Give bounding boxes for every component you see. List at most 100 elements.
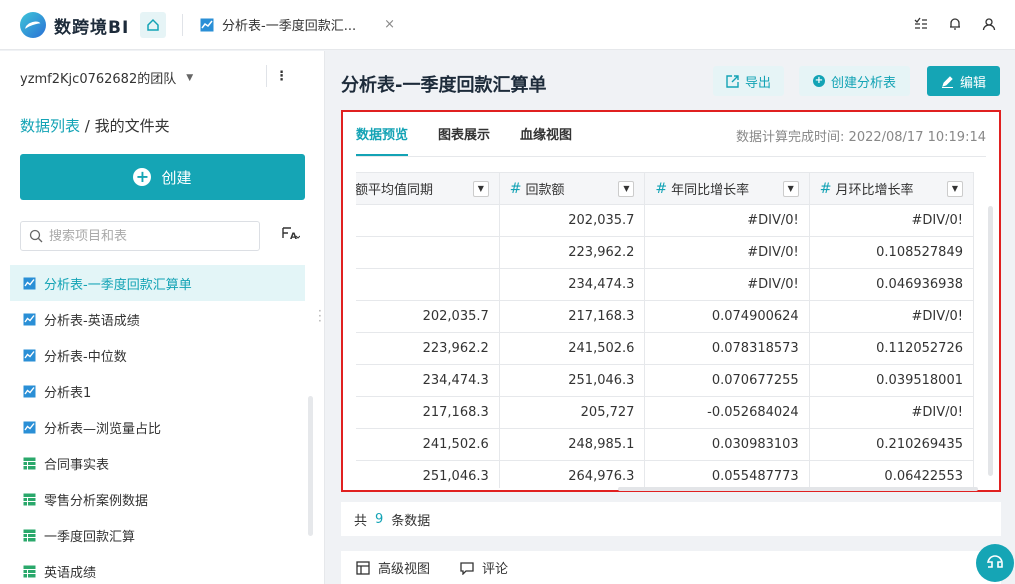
table-cell[interactable]: [356, 204, 500, 237]
table-cell[interactable]: 241,502.6: [498, 332, 646, 365]
advanced-view-button[interactable]: 高级视图: [356, 558, 430, 577]
table-cell[interactable]: 251,046.3: [498, 364, 646, 397]
more-menu-icon[interactable]: ⋮: [266, 65, 296, 87]
comment-icon: [460, 561, 474, 575]
tab-lineage-view[interactable]: 血缘视图: [520, 124, 572, 156]
tree-item[interactable]: 零售分析案例数据: [10, 481, 305, 517]
home-icon: [147, 18, 159, 31]
table-cell[interactable]: #DIV/0!: [808, 204, 975, 237]
comment-button[interactable]: 评论: [460, 558, 508, 577]
table-icon: [22, 564, 36, 578]
table-cell[interactable]: 205,727: [498, 396, 646, 429]
table-cell[interactable]: 251,046.3: [356, 460, 500, 488]
table-cell[interactable]: 0.112052726: [808, 332, 975, 365]
table-cell[interactable]: 234,474.3: [356, 364, 500, 397]
tree-item[interactable]: 英语成绩: [10, 553, 305, 584]
chart-icon: [22, 276, 36, 290]
plus-icon: +: [133, 168, 152, 186]
column-menu-icon[interactable]: ▼: [618, 180, 635, 197]
record-count: 共 9 条数据: [341, 502, 1001, 536]
table-cell[interactable]: 0.074900624: [644, 300, 810, 333]
table-cell[interactable]: #DIV/0!: [808, 396, 975, 429]
column-header[interactable]: # 年同比增长率 ▼: [644, 172, 810, 205]
bell-icon[interactable]: [947, 14, 963, 34]
vertical-scrollbar[interactable]: [988, 206, 993, 476]
column-header[interactable]: 额平均值同期 ▼: [356, 172, 500, 205]
table-cell[interactable]: 223,962.2: [356, 332, 500, 365]
export-button[interactable]: 导出: [713, 66, 784, 96]
home-button[interactable]: [140, 12, 166, 38]
number-type-icon: #: [509, 180, 522, 197]
tab-chart-view[interactable]: 图表展示: [438, 124, 490, 156]
table-cell[interactable]: 234,474.3: [498, 268, 646, 301]
tree-item[interactable]: 合同事实表: [10, 445, 305, 481]
user-icon[interactable]: [981, 14, 997, 34]
chart-icon: [200, 18, 214, 31]
chat-support-button[interactable]: [976, 544, 1014, 582]
tree-item[interactable]: 分析表—浏览量占比: [10, 409, 305, 445]
chat-icon: [987, 555, 1003, 568]
resize-handle[interactable]: · · ·: [318, 305, 322, 327]
table-cell[interactable]: 202,035.7: [356, 300, 500, 333]
table-cell[interactable]: #DIV/0!: [644, 204, 810, 237]
table-cell[interactable]: 223,962.2: [498, 236, 646, 269]
create-button[interactable]: + 创建: [20, 154, 305, 200]
table-cell[interactable]: 248,985.1: [498, 428, 646, 461]
number-type-icon: #: [655, 180, 668, 197]
table-cell[interactable]: [356, 236, 500, 269]
table-cell[interactable]: 217,168.3: [498, 300, 646, 333]
sidebar-scrollbar[interactable]: [308, 396, 313, 536]
table-cell[interactable]: -0.052684024: [644, 396, 810, 429]
team-selector[interactable]: yzmf2Kjc0762682的团队 ▼: [20, 68, 193, 87]
table-cell[interactable]: 0.030983103: [644, 428, 810, 461]
breadcrumb-root[interactable]: 数据列表: [20, 117, 80, 135]
tree-item[interactable]: 分析表-一季度回款汇算单: [10, 265, 305, 301]
tab-data-preview[interactable]: 数据预览: [356, 124, 409, 156]
table-cell[interactable]: [356, 268, 500, 301]
tree-item-label: 英语成绩: [44, 565, 97, 581]
table-cell[interactable]: 0.046936938: [808, 268, 975, 301]
table-cell[interactable]: 264,976.3: [498, 460, 646, 488]
list-icon[interactable]: [913, 14, 929, 34]
table-row: 202,035.7 217,168.3 0.074900624 #DIV/0!: [356, 300, 975, 333]
table-cell[interactable]: 0.06422553: [808, 460, 975, 488]
table-row: 241,502.6 248,985.1 0.030983103 0.210269435: [356, 428, 975, 461]
table-cell[interactable]: 0.108527849: [808, 236, 975, 269]
logo-text: 数跨境BI: [54, 17, 130, 38]
table-cell[interactable]: 241,502.6: [356, 428, 500, 461]
table-cell[interactable]: #DIV/0!: [644, 236, 810, 269]
column-header[interactable]: # 月环比增长率 ▼: [808, 172, 975, 205]
table-cell[interactable]: 0.070677255: [644, 364, 810, 397]
table-cell[interactable]: 202,035.7: [498, 204, 646, 237]
caret-down-icon: ▼: [186, 72, 194, 83]
tree-item[interactable]: 分析表-中位数: [10, 337, 305, 373]
table-cell[interactable]: #DIV/0!: [644, 268, 810, 301]
doc-tab[interactable]: 分析表-一季度回款汇... ×: [200, 15, 395, 34]
close-icon[interactable]: ×: [384, 17, 395, 32]
sort-icon[interactable]: A: [282, 226, 301, 243]
plus-icon: +: [812, 75, 825, 87]
team-name: yzmf2Kjc0762682的团队: [20, 72, 177, 87]
table-cell[interactable]: #DIV/0!: [808, 300, 975, 333]
edit-button[interactable]: 编辑: [927, 66, 1000, 96]
horizontal-scrollbar[interactable]: [618, 487, 978, 491]
divider: [182, 14, 183, 36]
table-cell[interactable]: 0.055487773: [644, 460, 810, 488]
search-input[interactable]: [49, 228, 249, 244]
table-row: 234,474.3 #DIV/0! 0.046936938: [356, 268, 975, 301]
column-menu-icon[interactable]: ▼: [947, 180, 963, 197]
table-cell[interactable]: 0.210269435: [808, 428, 975, 461]
table-cell[interactable]: 0.039518001: [808, 364, 975, 397]
table-cell[interactable]: 0.078318573: [644, 332, 810, 365]
column-menu-icon[interactable]: ▼: [782, 180, 799, 197]
tree-item-label: 分析表1: [44, 385, 92, 401]
app-logo[interactable]: 数跨境BI: [20, 12, 129, 38]
tree-item[interactable]: 分析表1: [10, 373, 305, 409]
create-analysis-button[interactable]: + 创建分析表: [799, 66, 910, 96]
column-menu-icon[interactable]: ▼: [472, 180, 489, 197]
tree-item-label: 一季度回款汇算: [44, 529, 136, 545]
tree-item[interactable]: 分析表-英语成绩: [10, 301, 305, 337]
column-header[interactable]: # 回款额 ▼: [498, 172, 646, 205]
table-cell[interactable]: 217,168.3: [356, 396, 500, 429]
tree-item[interactable]: 一季度回款汇算: [10, 517, 305, 553]
